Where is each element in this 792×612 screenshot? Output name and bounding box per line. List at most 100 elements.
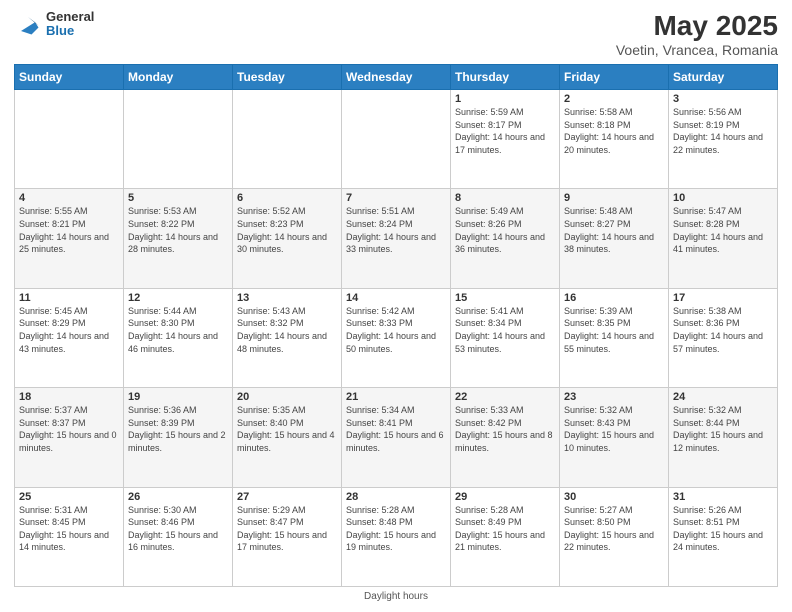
day-number: 13 bbox=[237, 292, 337, 304]
calendar-cell: 24Sunrise: 5:32 AMSunset: 8:44 PMDayligh… bbox=[669, 388, 778, 487]
calendar-week-row: 11Sunrise: 5:45 AMSunset: 8:29 PMDayligh… bbox=[15, 288, 778, 387]
day-number: 30 bbox=[564, 491, 664, 503]
day-info: Sunrise: 5:26 AMSunset: 8:51 PMDaylight:… bbox=[673, 504, 773, 554]
calendar-cell: 4Sunrise: 5:55 AMSunset: 8:21 PMDaylight… bbox=[15, 189, 124, 288]
day-info: Sunrise: 5:41 AMSunset: 8:34 PMDaylight:… bbox=[455, 305, 555, 355]
calendar-cell bbox=[124, 90, 233, 189]
calendar-day-header: Friday bbox=[560, 65, 669, 90]
day-info: Sunrise: 5:45 AMSunset: 8:29 PMDaylight:… bbox=[19, 305, 119, 355]
calendar-cell: 23Sunrise: 5:32 AMSunset: 8:43 PMDayligh… bbox=[560, 388, 669, 487]
day-number: 9 bbox=[564, 192, 664, 204]
day-info: Sunrise: 5:33 AMSunset: 8:42 PMDaylight:… bbox=[455, 404, 555, 454]
logo-general-text: General bbox=[46, 10, 94, 24]
day-number: 29 bbox=[455, 491, 555, 503]
calendar-day-header: Tuesday bbox=[233, 65, 342, 90]
calendar-day-header: Monday bbox=[124, 65, 233, 90]
day-number: 4 bbox=[19, 192, 119, 204]
day-number: 14 bbox=[346, 292, 446, 304]
day-number: 28 bbox=[346, 491, 446, 503]
calendar-cell: 14Sunrise: 5:42 AMSunset: 8:33 PMDayligh… bbox=[342, 288, 451, 387]
calendar-table: SundayMondayTuesdayWednesdayThursdayFrid… bbox=[14, 64, 778, 587]
day-number: 23 bbox=[564, 391, 664, 403]
day-number: 27 bbox=[237, 491, 337, 503]
calendar-cell: 7Sunrise: 5:51 AMSunset: 8:24 PMDaylight… bbox=[342, 189, 451, 288]
main-title: May 2025 bbox=[616, 10, 778, 42]
day-number: 16 bbox=[564, 292, 664, 304]
day-number: 6 bbox=[237, 192, 337, 204]
calendar-cell: 2Sunrise: 5:58 AMSunset: 8:18 PMDaylight… bbox=[560, 90, 669, 189]
calendar-cell: 8Sunrise: 5:49 AMSunset: 8:26 PMDaylight… bbox=[451, 189, 560, 288]
calendar-cell: 9Sunrise: 5:48 AMSunset: 8:27 PMDaylight… bbox=[560, 189, 669, 288]
day-info: Sunrise: 5:55 AMSunset: 8:21 PMDaylight:… bbox=[19, 205, 119, 255]
calendar-day-header: Saturday bbox=[669, 65, 778, 90]
day-info: Sunrise: 5:32 AMSunset: 8:44 PMDaylight:… bbox=[673, 404, 773, 454]
calendar-cell: 11Sunrise: 5:45 AMSunset: 8:29 PMDayligh… bbox=[15, 288, 124, 387]
calendar-cell: 28Sunrise: 5:28 AMSunset: 8:48 PMDayligh… bbox=[342, 487, 451, 586]
day-info: Sunrise: 5:58 AMSunset: 8:18 PMDaylight:… bbox=[564, 106, 664, 156]
calendar-day-header: Thursday bbox=[451, 65, 560, 90]
page: General Blue May 2025 Voetin, Vrancea, R… bbox=[0, 0, 792, 612]
calendar-cell bbox=[15, 90, 124, 189]
day-info: Sunrise: 5:37 AMSunset: 8:37 PMDaylight:… bbox=[19, 404, 119, 454]
daylight-label: Daylight hours bbox=[364, 591, 428, 602]
day-number: 7 bbox=[346, 192, 446, 204]
subtitle: Voetin, Vrancea, Romania bbox=[616, 42, 778, 58]
day-number: 3 bbox=[673, 93, 773, 105]
header: General Blue May 2025 Voetin, Vrancea, R… bbox=[14, 10, 778, 58]
calendar-cell: 22Sunrise: 5:33 AMSunset: 8:42 PMDayligh… bbox=[451, 388, 560, 487]
day-number: 2 bbox=[564, 93, 664, 105]
calendar-week-row: 18Sunrise: 5:37 AMSunset: 8:37 PMDayligh… bbox=[15, 388, 778, 487]
day-number: 1 bbox=[455, 93, 555, 105]
day-info: Sunrise: 5:59 AMSunset: 8:17 PMDaylight:… bbox=[455, 106, 555, 156]
calendar-day-header: Wednesday bbox=[342, 65, 451, 90]
calendar-cell: 16Sunrise: 5:39 AMSunset: 8:35 PMDayligh… bbox=[560, 288, 669, 387]
calendar-cell: 29Sunrise: 5:28 AMSunset: 8:49 PMDayligh… bbox=[451, 487, 560, 586]
day-number: 26 bbox=[128, 491, 228, 503]
day-number: 22 bbox=[455, 391, 555, 403]
calendar-header-row: SundayMondayTuesdayWednesdayThursdayFrid… bbox=[15, 65, 778, 90]
day-info: Sunrise: 5:48 AMSunset: 8:27 PMDaylight:… bbox=[564, 205, 664, 255]
day-info: Sunrise: 5:56 AMSunset: 8:19 PMDaylight:… bbox=[673, 106, 773, 156]
day-number: 24 bbox=[673, 391, 773, 403]
calendar-cell: 15Sunrise: 5:41 AMSunset: 8:34 PMDayligh… bbox=[451, 288, 560, 387]
day-number: 10 bbox=[673, 192, 773, 204]
day-number: 19 bbox=[128, 391, 228, 403]
day-number: 25 bbox=[19, 491, 119, 503]
calendar-day-header: Sunday bbox=[15, 65, 124, 90]
calendar-cell: 13Sunrise: 5:43 AMSunset: 8:32 PMDayligh… bbox=[233, 288, 342, 387]
calendar-cell: 21Sunrise: 5:34 AMSunset: 8:41 PMDayligh… bbox=[342, 388, 451, 487]
day-info: Sunrise: 5:35 AMSunset: 8:40 PMDaylight:… bbox=[237, 404, 337, 454]
day-info: Sunrise: 5:43 AMSunset: 8:32 PMDaylight:… bbox=[237, 305, 337, 355]
day-info: Sunrise: 5:34 AMSunset: 8:41 PMDaylight:… bbox=[346, 404, 446, 454]
day-info: Sunrise: 5:44 AMSunset: 8:30 PMDaylight:… bbox=[128, 305, 228, 355]
day-info: Sunrise: 5:27 AMSunset: 8:50 PMDaylight:… bbox=[564, 504, 664, 554]
day-number: 20 bbox=[237, 391, 337, 403]
day-number: 17 bbox=[673, 292, 773, 304]
day-number: 31 bbox=[673, 491, 773, 503]
calendar-cell: 18Sunrise: 5:37 AMSunset: 8:37 PMDayligh… bbox=[15, 388, 124, 487]
day-number: 18 bbox=[19, 391, 119, 403]
day-info: Sunrise: 5:49 AMSunset: 8:26 PMDaylight:… bbox=[455, 205, 555, 255]
day-info: Sunrise: 5:38 AMSunset: 8:36 PMDaylight:… bbox=[673, 305, 773, 355]
generalblue-logo-icon bbox=[14, 10, 42, 38]
day-info: Sunrise: 5:29 AMSunset: 8:47 PMDaylight:… bbox=[237, 504, 337, 554]
calendar-cell: 30Sunrise: 5:27 AMSunset: 8:50 PMDayligh… bbox=[560, 487, 669, 586]
day-number: 8 bbox=[455, 192, 555, 204]
logo-blue-text: Blue bbox=[46, 24, 94, 38]
day-info: Sunrise: 5:28 AMSunset: 8:48 PMDaylight:… bbox=[346, 504, 446, 554]
day-info: Sunrise: 5:39 AMSunset: 8:35 PMDaylight:… bbox=[564, 305, 664, 355]
calendar-cell: 5Sunrise: 5:53 AMSunset: 8:22 PMDaylight… bbox=[124, 189, 233, 288]
day-info: Sunrise: 5:51 AMSunset: 8:24 PMDaylight:… bbox=[346, 205, 446, 255]
calendar-cell: 25Sunrise: 5:31 AMSunset: 8:45 PMDayligh… bbox=[15, 487, 124, 586]
day-info: Sunrise: 5:32 AMSunset: 8:43 PMDaylight:… bbox=[564, 404, 664, 454]
calendar-cell bbox=[342, 90, 451, 189]
day-number: 12 bbox=[128, 292, 228, 304]
day-info: Sunrise: 5:31 AMSunset: 8:45 PMDaylight:… bbox=[19, 504, 119, 554]
calendar-cell: 10Sunrise: 5:47 AMSunset: 8:28 PMDayligh… bbox=[669, 189, 778, 288]
calendar-cell bbox=[233, 90, 342, 189]
day-number: 11 bbox=[19, 292, 119, 304]
calendar-week-row: 4Sunrise: 5:55 AMSunset: 8:21 PMDaylight… bbox=[15, 189, 778, 288]
calendar-cell: 6Sunrise: 5:52 AMSunset: 8:23 PMDaylight… bbox=[233, 189, 342, 288]
calendar-cell: 31Sunrise: 5:26 AMSunset: 8:51 PMDayligh… bbox=[669, 487, 778, 586]
day-info: Sunrise: 5:36 AMSunset: 8:39 PMDaylight:… bbox=[128, 404, 228, 454]
